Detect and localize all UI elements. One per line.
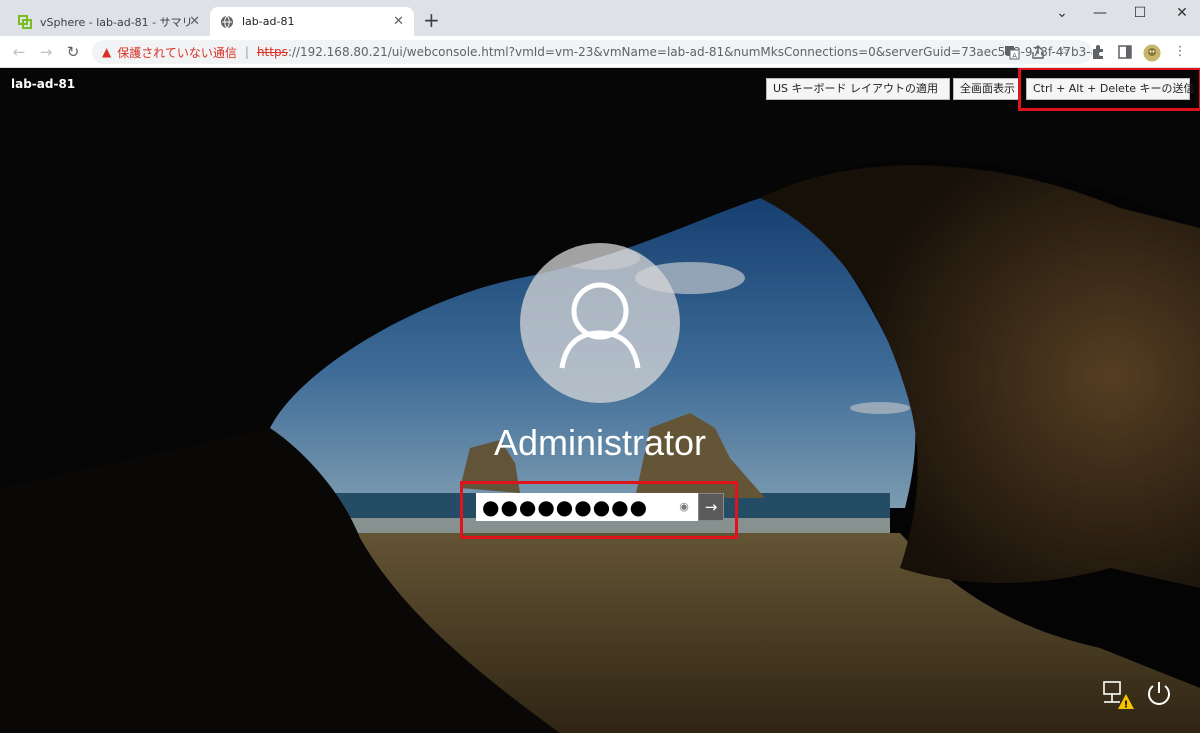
svg-text:!: !: [1124, 700, 1129, 711]
browser-toolbar: ← → ↻ ▲ 保護されていない通信 | https ://192.168.80…: [0, 36, 1200, 68]
reload-button[interactable]: ↻: [64, 43, 82, 61]
url-scheme: https: [256, 45, 288, 59]
highlight-box: [1018, 68, 1200, 111]
security-label[interactable]: 保護されていない通信: [117, 44, 237, 61]
close-tab-icon[interactable]: ✕: [189, 15, 200, 28]
username-label: Administrator: [493, 422, 707, 463]
close-window-button[interactable]: ✕: [1172, 5, 1192, 21]
tab-title: lab-ad-81: [242, 15, 295, 28]
power-icon[interactable]: [1145, 680, 1173, 708]
side-panel-icon[interactable]: [1117, 44, 1133, 60]
separator: |: [244, 45, 249, 59]
tab-lab-ad-81[interactable]: lab-ad-81 ✕: [210, 7, 414, 36]
vm-console[interactable]: lab-ad-81 US キーボード レイアウトの適用 全画面表示 Ctrl +…: [0, 68, 1200, 733]
tab-strip: vSphere - lab-ad-81 - サマリ ✕ lab-ad-81 ✕ …: [0, 0, 1200, 36]
user-avatar: [520, 243, 680, 403]
network-warning-icon[interactable]: !: [1102, 680, 1134, 710]
tab-vsphere-summary[interactable]: vSphere - lab-ad-81 - サマリ ✕: [8, 7, 210, 36]
browser-window: vSphere - lab-ad-81 - サマリ ✕ lab-ad-81 ✕ …: [0, 0, 1200, 733]
extensions-icon[interactable]: [1090, 44, 1106, 60]
url-text: ://192.168.80.21/ui/webconsole.html?vmId…: [287, 45, 1092, 59]
new-tab-button[interactable]: +: [423, 10, 440, 30]
vsphere-icon: [18, 14, 32, 29]
tab-search-icon[interactable]: ⌄: [1052, 5, 1072, 21]
menu-icon[interactable]: ⋮: [1172, 44, 1188, 60]
forward-button[interactable]: →: [37, 43, 55, 61]
close-tab-icon[interactable]: ✕: [393, 15, 404, 28]
highlight-box: [460, 481, 738, 539]
tab-title: vSphere - lab-ad-81 - サマリ: [40, 15, 193, 29]
star-icon[interactable]: ☆: [1056, 44, 1072, 60]
minimize-button[interactable]: —: [1090, 5, 1110, 21]
address-bar[interactable]: ▲ 保護されていない通信 | https ://192.168.80.21/ui…: [92, 40, 1092, 64]
maximize-button[interactable]: ☐: [1130, 5, 1150, 21]
fullscreen-button[interactable]: 全画面表示: [953, 78, 1021, 100]
user-icon: [559, 282, 641, 369]
svg-text:A: A: [1012, 52, 1017, 60]
us-keyboard-layout-button[interactable]: US キーボード レイアウトの適用: [766, 78, 950, 100]
profile-avatar[interactable]: [1143, 44, 1161, 62]
back-button[interactable]: ←: [10, 43, 28, 61]
translate-icon[interactable]: A: [1004, 44, 1020, 60]
share-icon[interactable]: [1030, 44, 1046, 60]
warning-icon: ▲: [102, 45, 112, 59]
vm-name-label: lab-ad-81: [11, 77, 76, 91]
globe-icon: [221, 15, 233, 28]
